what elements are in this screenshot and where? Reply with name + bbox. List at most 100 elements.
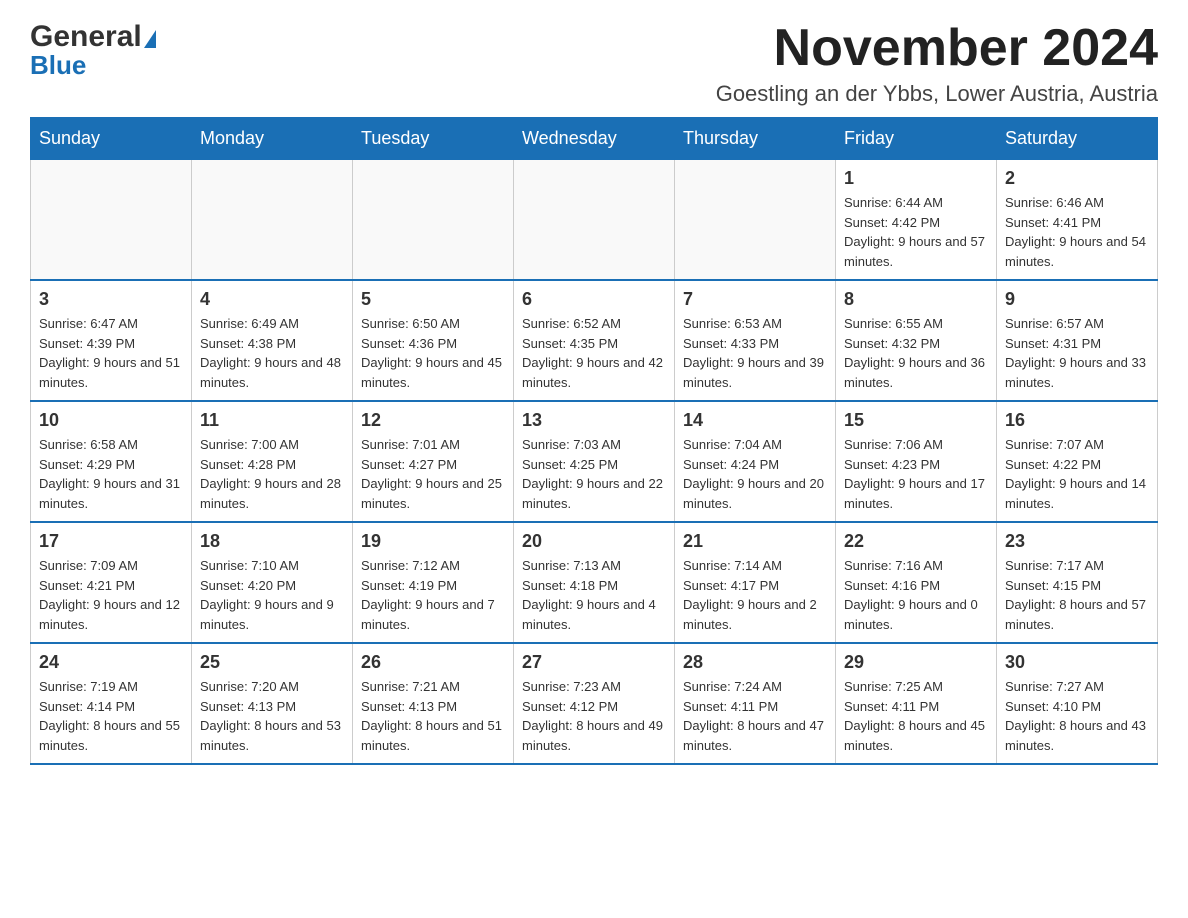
day-info: Sunrise: 7:24 AM Sunset: 4:11 PM Dayligh… <box>683 677 827 755</box>
calendar-cell: 4 Sunrise: 6:49 AM Sunset: 4:38 PM Daylig… <box>192 280 353 401</box>
day-info: Sunrise: 7:16 AM Sunset: 4:16 PM Dayligh… <box>844 556 988 634</box>
day-number: 11 <box>200 410 344 431</box>
day-number: 30 <box>1005 652 1149 673</box>
day-info: Sunrise: 7:13 AM Sunset: 4:18 PM Dayligh… <box>522 556 666 634</box>
calendar-cell: 29Sunrise: 7:25 AM Sunset: 4:11 PM Dayli… <box>836 643 997 764</box>
day-info: Sunrise: 6:46 AM Sunset: 4:41 PM Dayligh… <box>1005 193 1149 271</box>
col-thursday: Thursday <box>675 118 836 160</box>
calendar-cell <box>192 160 353 281</box>
day-number: 10 <box>39 410 183 431</box>
day-info: Sunrise: 7:19 AM Sunset: 4:14 PM Dayligh… <box>39 677 183 755</box>
calendar-cell: 2 Sunrise: 6:46 AM Sunset: 4:41 PM Daylig… <box>997 160 1158 281</box>
calendar-cell: 30 Sunrise: 7:27 AM Sunset: 4:10 PM Dayli… <box>997 643 1158 764</box>
day-number: 20 <box>522 531 666 552</box>
calendar-cell <box>514 160 675 281</box>
day-number: 8 <box>844 289 988 310</box>
day-info: Sunrise: 6:57 AM Sunset: 4:31 PM Dayligh… <box>1005 314 1149 392</box>
logo-blue: Blue <box>30 50 86 81</box>
col-sunday: Sunday <box>31 118 192 160</box>
calendar-week-row: 24 Sunrise: 7:19 AM Sunset: 4:14 PM Dayli… <box>31 643 1158 764</box>
day-info: Sunrise: 6:44 AM Sunset: 4:42 PM Dayligh… <box>844 193 988 271</box>
calendar-cell: 8Sunrise: 6:55 AM Sunset: 4:32 PM Daylig… <box>836 280 997 401</box>
col-wednesday: Wednesday <box>514 118 675 160</box>
calendar-cell <box>353 160 514 281</box>
day-number: 25 <box>200 652 344 673</box>
day-info: Sunrise: 6:49 AM Sunset: 4:38 PM Dayligh… <box>200 314 344 392</box>
day-info: Sunrise: 7:03 AM Sunset: 4:25 PM Dayligh… <box>522 435 666 513</box>
day-info: Sunrise: 6:58 AM Sunset: 4:29 PM Dayligh… <box>39 435 183 513</box>
calendar-week-row: 17Sunrise: 7:09 AM Sunset: 4:21 PM Dayli… <box>31 522 1158 643</box>
calendar-cell: 27 Sunrise: 7:23 AM Sunset: 4:12 PM Dayli… <box>514 643 675 764</box>
day-info: Sunrise: 6:47 AM Sunset: 4:39 PM Dayligh… <box>39 314 183 392</box>
calendar-cell: 26 Sunrise: 7:21 AM Sunset: 4:13 PM Dayli… <box>353 643 514 764</box>
calendar-cell: 1 Sunrise: 6:44 AM Sunset: 4:42 PM Daylig… <box>836 160 997 281</box>
calendar-cell: 11 Sunrise: 7:00 AM Sunset: 4:28 PM Dayli… <box>192 401 353 522</box>
calendar-cell <box>675 160 836 281</box>
calendar-cell: 15 Sunrise: 7:06 AM Sunset: 4:23 PM Dayli… <box>836 401 997 522</box>
calendar-cell: 3 Sunrise: 6:47 AM Sunset: 4:39 PM Daylig… <box>31 280 192 401</box>
calendar-cell: 12 Sunrise: 7:01 AM Sunset: 4:27 PM Dayli… <box>353 401 514 522</box>
calendar-cell <box>31 160 192 281</box>
calendar-cell: 10 Sunrise: 6:58 AM Sunset: 4:29 PM Dayli… <box>31 401 192 522</box>
calendar-week-row: 1 Sunrise: 6:44 AM Sunset: 4:42 PM Daylig… <box>31 160 1158 281</box>
calendar-header-row: Sunday Monday Tuesday Wednesday Thursday… <box>31 118 1158 160</box>
day-number: 24 <box>39 652 183 673</box>
day-info: Sunrise: 7:21 AM Sunset: 4:13 PM Dayligh… <box>361 677 505 755</box>
day-info: Sunrise: 7:14 AM Sunset: 4:17 PM Dayligh… <box>683 556 827 634</box>
day-number: 6 <box>522 289 666 310</box>
col-tuesday: Tuesday <box>353 118 514 160</box>
day-info: Sunrise: 7:07 AM Sunset: 4:22 PM Dayligh… <box>1005 435 1149 513</box>
day-info: Sunrise: 7:10 AM Sunset: 4:20 PM Dayligh… <box>200 556 344 634</box>
calendar-cell: 5Sunrise: 6:50 AM Sunset: 4:36 PM Daylig… <box>353 280 514 401</box>
day-info: Sunrise: 7:27 AM Sunset: 4:10 PM Dayligh… <box>1005 677 1149 755</box>
location-subtitle: Goestling an der Ybbs, Lower Austria, Au… <box>716 81 1158 107</box>
calendar-table: Sunday Monday Tuesday Wednesday Thursday… <box>30 117 1158 765</box>
day-number: 1 <box>844 168 988 189</box>
day-number: 2 <box>1005 168 1149 189</box>
day-number: 27 <box>522 652 666 673</box>
day-info: Sunrise: 7:25 AM Sunset: 4:11 PM Dayligh… <box>844 677 988 755</box>
day-number: 15 <box>844 410 988 431</box>
day-info: Sunrise: 7:06 AM Sunset: 4:23 PM Dayligh… <box>844 435 988 513</box>
calendar-cell: 18Sunrise: 7:10 AM Sunset: 4:20 PM Dayli… <box>192 522 353 643</box>
calendar-cell: 28 Sunrise: 7:24 AM Sunset: 4:11 PM Dayli… <box>675 643 836 764</box>
col-saturday: Saturday <box>997 118 1158 160</box>
day-number: 4 <box>200 289 344 310</box>
day-number: 26 <box>361 652 505 673</box>
day-number: 16 <box>1005 410 1149 431</box>
main-title: November 2024 <box>716 20 1158 77</box>
calendar-cell: 16 Sunrise: 7:07 AM Sunset: 4:22 PM Dayli… <box>997 401 1158 522</box>
calendar-cell: 21 Sunrise: 7:14 AM Sunset: 4:17 PM Dayli… <box>675 522 836 643</box>
day-info: Sunrise: 6:52 AM Sunset: 4:35 PM Dayligh… <box>522 314 666 392</box>
day-number: 23 <box>1005 531 1149 552</box>
calendar-cell: 25 Sunrise: 7:20 AM Sunset: 4:13 PM Dayli… <box>192 643 353 764</box>
day-info: Sunrise: 7:00 AM Sunset: 4:28 PM Dayligh… <box>200 435 344 513</box>
calendar-cell: 17Sunrise: 7:09 AM Sunset: 4:21 PM Dayli… <box>31 522 192 643</box>
day-info: Sunrise: 7:01 AM Sunset: 4:27 PM Dayligh… <box>361 435 505 513</box>
logo: General Blue <box>30 20 156 81</box>
day-number: 7 <box>683 289 827 310</box>
day-number: 13 <box>522 410 666 431</box>
day-info: Sunrise: 7:23 AM Sunset: 4:12 PM Dayligh… <box>522 677 666 755</box>
day-number: 12 <box>361 410 505 431</box>
day-info: Sunrise: 7:20 AM Sunset: 4:13 PM Dayligh… <box>200 677 344 755</box>
day-number: 9 <box>1005 289 1149 310</box>
day-number: 3 <box>39 289 183 310</box>
day-number: 17 <box>39 531 183 552</box>
day-number: 21 <box>683 531 827 552</box>
day-number: 28 <box>683 652 827 673</box>
page-header: General Blue November 2024 Goestling an … <box>30 20 1158 107</box>
col-monday: Monday <box>192 118 353 160</box>
day-number: 22 <box>844 531 988 552</box>
day-number: 14 <box>683 410 827 431</box>
day-number: 5 <box>361 289 505 310</box>
calendar-cell: 14Sunrise: 7:04 AM Sunset: 4:24 PM Dayli… <box>675 401 836 522</box>
calendar-cell: 24 Sunrise: 7:19 AM Sunset: 4:14 PM Dayli… <box>31 643 192 764</box>
title-area: November 2024 Goestling an der Ybbs, Low… <box>716 20 1158 107</box>
day-info: Sunrise: 7:12 AM Sunset: 4:19 PM Dayligh… <box>361 556 505 634</box>
logo-general: General <box>30 20 142 54</box>
calendar-cell: 23Sunrise: 7:17 AM Sunset: 4:15 PM Dayli… <box>997 522 1158 643</box>
day-info: Sunrise: 6:53 AM Sunset: 4:33 PM Dayligh… <box>683 314 827 392</box>
calendar-cell: 6 Sunrise: 6:52 AM Sunset: 4:35 PM Daylig… <box>514 280 675 401</box>
calendar-cell: 9 Sunrise: 6:57 AM Sunset: 4:31 PM Daylig… <box>997 280 1158 401</box>
